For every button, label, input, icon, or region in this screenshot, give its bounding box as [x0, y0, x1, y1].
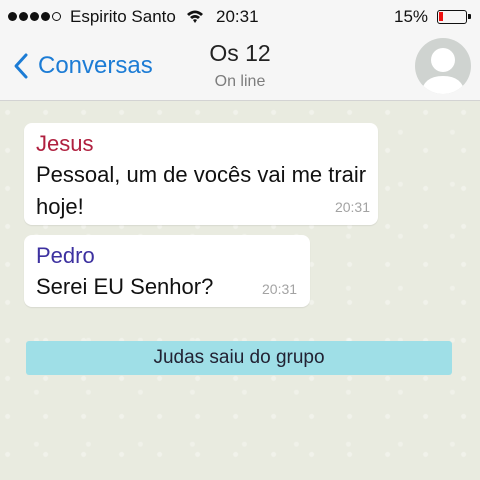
online-status: On line	[214, 73, 266, 90]
system-notice: Judas saiu do grupo	[26, 341, 452, 375]
message-text: Pessoal, um de vocês vai me trair hoje!	[36, 162, 367, 219]
message-bubble[interactable]: Pedro Serei EU Senhor? 20:31	[24, 235, 310, 307]
message-sender: Pedro	[36, 243, 95, 268]
chat-title-area[interactable]: Os 12 On line	[190, 38, 290, 91]
signal-dot	[8, 12, 17, 21]
message-timestamp: 20:31	[334, 199, 370, 215]
battery-level-fill	[439, 12, 443, 21]
message-sender: Jesus	[36, 131, 94, 156]
person-silhouette-icon	[421, 48, 465, 94]
message-timestamp: 20:31	[262, 281, 298, 297]
clock-time: 20:31	[216, 7, 259, 26]
carrier-name: Espirito Santo	[70, 7, 176, 26]
chat-area[interactable]: Jesus Pessoal, um de vocês vai me trair …	[0, 101, 480, 480]
message-text: Serei EU Senhor?	[36, 274, 214, 299]
chat-title: Os 12	[209, 40, 271, 66]
back-button[interactable]: Conversas	[12, 52, 153, 80]
chevron-left-icon	[14, 53, 28, 79]
chat-header: Conversas Os 12 On line	[0, 34, 480, 101]
status-bar: Espirito Santo 20:31 15%	[0, 0, 480, 34]
back-button-label: Conversas	[38, 52, 153, 79]
signal-dot	[41, 12, 50, 21]
group-avatar[interactable]	[415, 38, 471, 94]
message-bubble[interactable]: Jesus Pessoal, um de vocês vai me trair …	[24, 123, 378, 225]
signal-dot	[19, 12, 28, 21]
battery-icon	[437, 10, 471, 24]
signal-strength-icon	[8, 12, 61, 21]
signal-dot-empty	[52, 12, 61, 21]
signal-dot	[30, 12, 39, 21]
battery-percentage: 15%	[394, 7, 429, 26]
wifi-icon	[187, 10, 203, 23]
